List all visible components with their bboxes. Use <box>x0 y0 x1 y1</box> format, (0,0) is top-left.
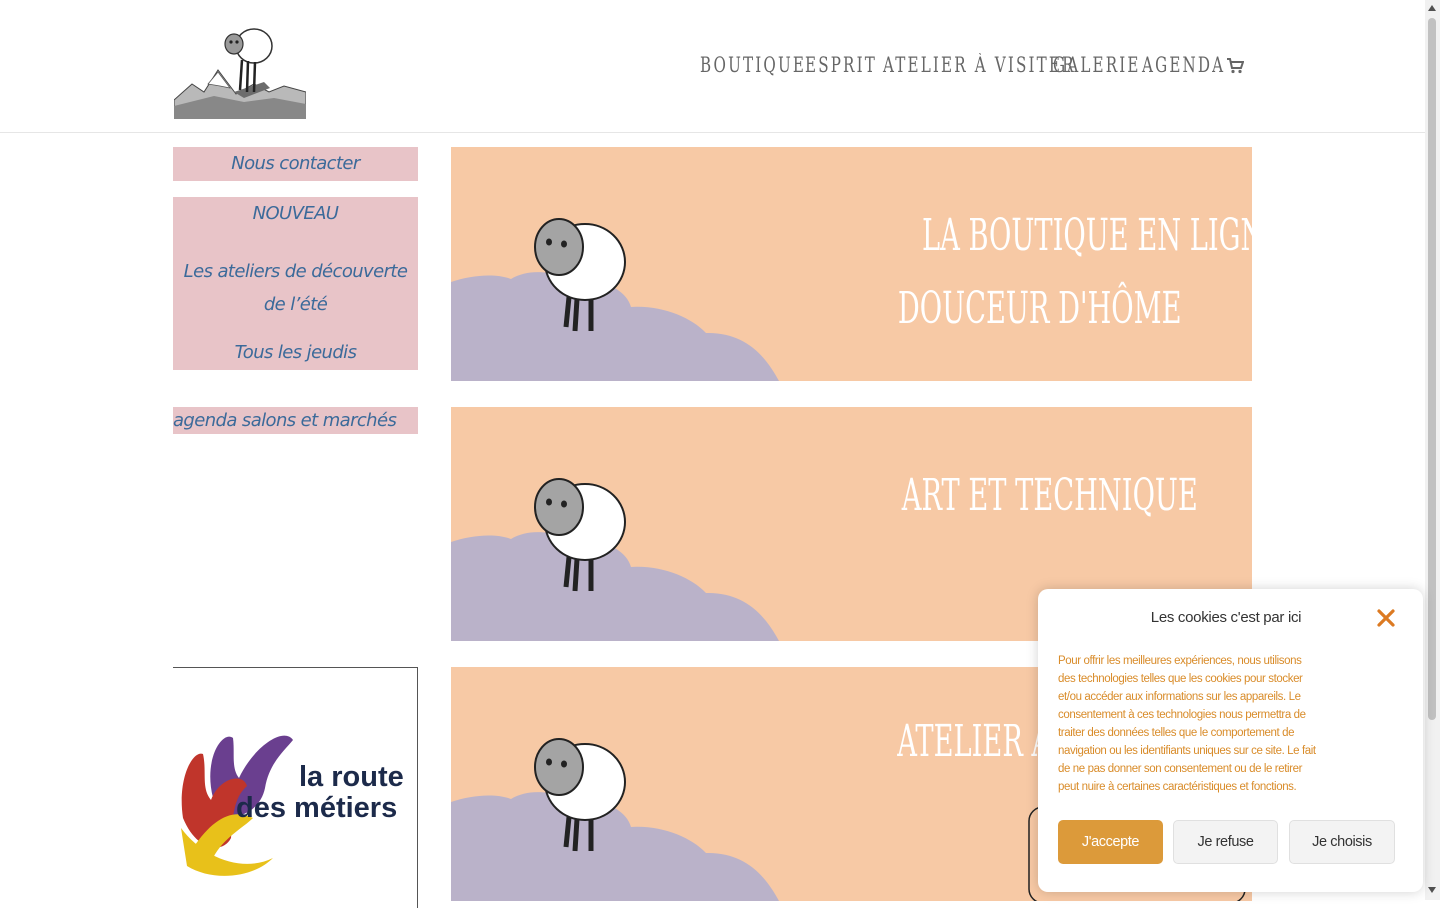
banner-art-title: Art et technique <box>811 459 1198 532</box>
site-logo[interactable] <box>174 22 306 119</box>
banner-boutique-line1: La boutique en ligne <box>922 210 1252 261</box>
contact-link[interactable]: Nous contacter <box>173 147 418 181</box>
agenda-salons-link[interactable]: agenda salons et marchés <box>173 407 418 434</box>
scroll-down-arrow-icon[interactable] <box>1428 887 1436 893</box>
banner-boutique-line2: douceur d'hôme <box>897 283 1182 334</box>
nouveau-box: NOUVEAU Les ateliers de découverte de l’… <box>173 197 418 370</box>
banner-boutique-title: La boutique en ligne douceur d'hôme <box>811 199 1252 345</box>
scrollbar-thumb[interactable] <box>1428 18 1436 720</box>
nouveau-title: NOUVEAU <box>252 203 339 224</box>
nav-atelier-a-visiter[interactable]: Atelier à visiter <box>883 50 1073 80</box>
refuse-cookies-button[interactable]: Je refuse <box>1173 820 1278 864</box>
nav-galerie[interactable]: Galerie <box>1053 50 1142 80</box>
nav-galerie-label: Galerie <box>1053 53 1141 77</box>
banner-boutique-en-ligne[interactable]: La boutique en ligne douceur d'hôme <box>451 147 1252 381</box>
main-nav: Boutique Esprit Atelier à visiter Galeri… <box>700 50 1227 80</box>
nav-atelier-label: Atelier à visiter <box>883 53 1076 77</box>
nav-agenda-label: Agenda <box>1142 53 1226 77</box>
page-scrollbar[interactable] <box>1425 0 1440 900</box>
nav-esprit-label: Esprit <box>805 53 877 77</box>
close-icon[interactable] <box>1375 607 1397 629</box>
route-logo-line1: la route <box>299 761 404 793</box>
site-header: Boutique Esprit Atelier à visiter Galeri… <box>0 0 1425 133</box>
cookie-description: Pour offrir les meilleures expériences, … <box>1058 655 1316 793</box>
scroll-up-arrow-icon[interactable] <box>1428 5 1436 11</box>
cookie-consent-panel: Les cookies c'est par ici Pour offrir le… <box>1038 589 1423 892</box>
route-logo-line2: des métiers <box>236 792 397 824</box>
nav-boutique-label: Boutique <box>700 53 807 77</box>
nav-esprit[interactable]: Esprit <box>805 50 883 80</box>
banner-art-line1: Art et technique <box>901 470 1198 521</box>
accept-cookies-button[interactable]: J'accepte <box>1058 820 1163 864</box>
route-des-metiers-logo[interactable]: la route des métiers <box>173 667 418 908</box>
shopping-cart-icon[interactable] <box>1226 58 1244 74</box>
nav-agenda[interactable]: Agenda <box>1142 50 1227 80</box>
hands-logo-icon: la route des métiers <box>181 735 404 876</box>
nav-boutique[interactable]: Boutique <box>700 50 805 80</box>
choose-cookies-button[interactable]: Je choisis <box>1289 820 1395 864</box>
nouveau-ateliers-text: Les ateliers de découverte de l’été <box>183 261 408 315</box>
nouveau-jeudis-text: Tous les jeudis <box>234 342 357 363</box>
cookie-title: Les cookies c'est par ici <box>1150 609 1302 626</box>
